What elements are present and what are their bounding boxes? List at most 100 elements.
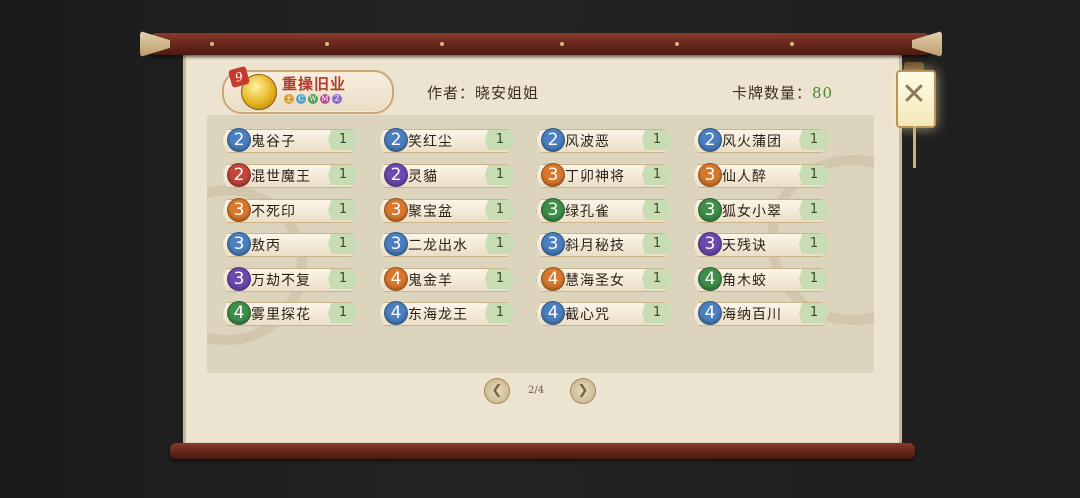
- card-cost-gem: 3: [227, 198, 251, 222]
- card-quantity: 1: [485, 130, 515, 150]
- card-entry[interactable]: 3 不死印 1: [218, 198, 358, 223]
- card-cost-gem: 2: [227, 163, 251, 187]
- close-icon[interactable]: ✕: [900, 74, 928, 116]
- prev-arrow-icon[interactable]: ❮: [492, 383, 503, 398]
- card-cost-gem: 4: [384, 267, 408, 291]
- page-indicator: 2/4: [528, 385, 545, 396]
- card-name: 风火蒲团: [722, 134, 782, 150]
- element-icon: Z: [332, 94, 342, 104]
- card-quantity: 1: [642, 130, 672, 150]
- card-cost-gem: 4: [698, 301, 722, 325]
- card-quantity: 1: [328, 200, 358, 220]
- card-quantity: 1: [485, 165, 515, 185]
- card-name: 混世魔王: [251, 169, 311, 185]
- card-quantity: 1: [485, 269, 515, 289]
- next-page-button[interactable]: ❯: [570, 378, 596, 404]
- card-name: 风波恶: [565, 134, 610, 150]
- card-entry[interactable]: 2 灵貓 1: [375, 163, 515, 188]
- card-name: 斜月秘技: [565, 238, 625, 254]
- card-name: 不死印: [251, 204, 296, 220]
- card-quantity: 1: [799, 269, 829, 289]
- card-entry[interactable]: 3 万劫不复 1: [218, 267, 358, 292]
- card-cost-gem: 3: [541, 198, 565, 222]
- card-quantity: 1: [642, 165, 672, 185]
- next-arrow-icon[interactable]: ❯: [578, 383, 589, 398]
- scroll-roller-bottom: [170, 443, 915, 459]
- card-cost-gem: 3: [227, 267, 251, 291]
- card-entry[interactable]: 2 笑红尘 1: [375, 128, 515, 153]
- card-entry[interactable]: 2 鬼谷子 1: [218, 128, 358, 153]
- card-name: 角木蛟: [722, 273, 767, 289]
- card-name: 笑红尘: [408, 134, 453, 150]
- card-entry[interactable]: 3 仙人醉 1: [689, 163, 829, 188]
- card-entry[interactable]: 2 混世魔王 1: [218, 163, 358, 188]
- card-cost-gem: 3: [384, 232, 408, 256]
- lantern-tassel: [913, 126, 916, 168]
- deck-element-icons: 土CWMZ: [284, 94, 342, 104]
- card-cost-gem: 4: [541, 267, 565, 291]
- card-cost-gem: 2: [384, 128, 408, 152]
- card-entry[interactable]: 3 二龙出水 1: [375, 232, 515, 257]
- card-quantity: 1: [485, 303, 515, 323]
- card-cost-gem: 3: [698, 198, 722, 222]
- card-cost-gem: 3: [698, 232, 722, 256]
- card-cost-gem: 4: [227, 301, 251, 325]
- card-cost-gem: 2: [698, 128, 722, 152]
- card-name: 截心咒: [565, 307, 610, 323]
- deck-name: 重操旧业: [282, 75, 347, 93]
- card-entry[interactable]: 4 雾里探花 1: [218, 301, 358, 326]
- card-quantity: 1: [799, 165, 829, 185]
- card-cost-gem: 3: [698, 163, 722, 187]
- card-entry[interactable]: 3 聚宝盆 1: [375, 198, 515, 223]
- card-name: 狐女小翠: [722, 204, 782, 220]
- card-name: 仙人醉: [722, 169, 767, 185]
- card-entry[interactable]: 4 角木蛟 1: [689, 267, 829, 292]
- card-quantity: 1: [799, 303, 829, 323]
- card-quantity: 1: [328, 130, 358, 150]
- card-cost-gem: 3: [227, 232, 251, 256]
- card-entry[interactable]: 4 截心咒 1: [532, 301, 672, 326]
- card-entry[interactable]: 2 风波恶 1: [532, 128, 672, 153]
- card-quantity: 1: [328, 165, 358, 185]
- card-name: 二龙出水: [408, 238, 468, 254]
- card-cost-gem: 3: [541, 232, 565, 256]
- card-entry[interactable]: 3 天残诀 1: [689, 232, 829, 257]
- card-entry[interactable]: 4 东海龙王 1: [375, 301, 515, 326]
- card-cost-gem: 3: [541, 163, 565, 187]
- card-entry[interactable]: 3 狐女小翠 1: [689, 198, 829, 223]
- card-entry[interactable]: 4 鬼金羊 1: [375, 267, 515, 292]
- element-icon: 土: [284, 94, 294, 104]
- card-count: 卡牌数量：80: [732, 82, 833, 103]
- card-cost-gem: 2: [541, 128, 565, 152]
- card-name: 慧海圣女: [565, 273, 625, 289]
- card-name: 丁卯神将: [565, 169, 625, 185]
- card-entry[interactable]: 4 海纳百川 1: [689, 301, 829, 326]
- card-quantity: 1: [642, 200, 672, 220]
- element-icon: M: [320, 94, 330, 104]
- card-name: 雾里探花: [251, 307, 311, 323]
- scroll-roller-top: [150, 33, 930, 55]
- card-name: 万劫不复: [251, 273, 311, 289]
- card-entry[interactable]: 3 敖丙 1: [218, 232, 358, 257]
- card-entry[interactable]: 3 丁卯神将 1: [532, 163, 672, 188]
- prev-page-button[interactable]: ❮: [484, 378, 510, 404]
- card-quantity: 1: [642, 303, 672, 323]
- element-icon: C: [296, 94, 306, 104]
- card-entry[interactable]: 3 斜月秘技 1: [532, 232, 672, 257]
- card-count-value: 80: [812, 84, 834, 102]
- card-entry[interactable]: 2 风火蒲团 1: [689, 128, 829, 153]
- card-quantity: 1: [642, 269, 672, 289]
- card-cost-gem: 4: [541, 301, 565, 325]
- card-name: 聚宝盆: [408, 204, 453, 220]
- card-cost-gem: 2: [227, 128, 251, 152]
- card-name: 敖丙: [251, 238, 281, 254]
- card-name: 鬼金羊: [408, 273, 453, 289]
- card-name: 鬼谷子: [251, 134, 296, 150]
- deck-author: 作者：晓安姐姐: [427, 84, 540, 102]
- card-quantity: 1: [485, 234, 515, 254]
- card-name: 天残诀: [722, 238, 767, 254]
- card-entry[interactable]: 4 慧海圣女 1: [532, 267, 672, 292]
- card-name: 灵貓: [408, 169, 438, 185]
- card-quantity: 1: [799, 234, 829, 254]
- card-entry[interactable]: 3 绿孔雀 1: [532, 198, 672, 223]
